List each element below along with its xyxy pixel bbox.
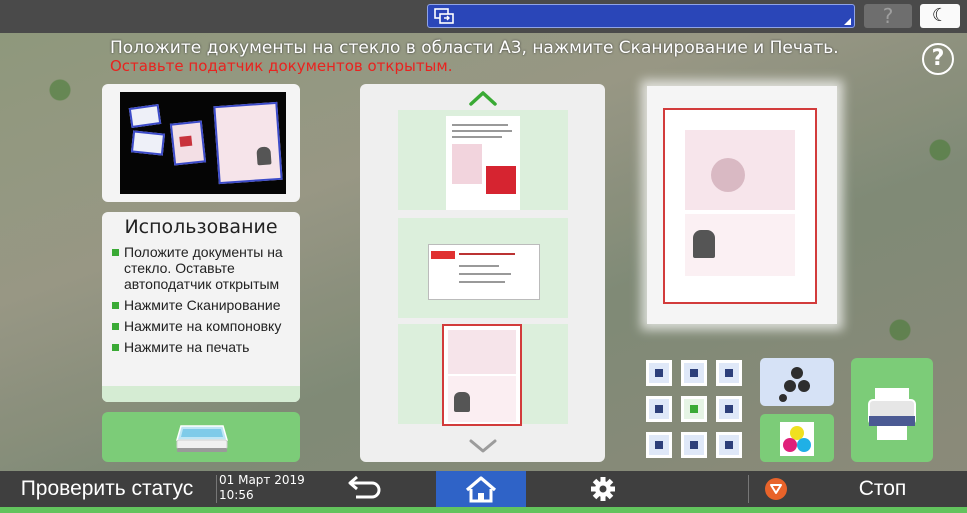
card-illustration — [169, 120, 207, 166]
usage-title: Использование — [124, 216, 278, 238]
back-arrow-icon — [348, 475, 381, 499]
layout-grid[interactable] — [646, 360, 746, 464]
question-circle-icon[interactable]: ? — [922, 43, 954, 75]
status-indicator-line — [0, 507, 967, 513]
instruction-text: Положите документы на стекло в области А… — [110, 38, 839, 58]
chevron-down-icon[interactable] — [468, 438, 498, 454]
layout-cell[interactable] — [681, 432, 707, 458]
color-mode-button[interactable] — [760, 414, 834, 462]
usage-strip — [102, 386, 300, 402]
screen-copy-icon — [434, 8, 454, 24]
usage-step: Нажмите на компоновку — [112, 318, 298, 334]
color-toner-icon — [780, 422, 814, 456]
time-text: 10:56 — [219, 488, 254, 502]
scan-button[interactable] — [102, 412, 300, 462]
layout-cell[interactable] — [646, 396, 672, 422]
mono-toner-icon — [779, 367, 810, 402]
layout-cell[interactable] — [646, 360, 672, 386]
back-button[interactable] — [330, 471, 396, 507]
settings-button[interactable] — [560, 471, 646, 507]
layout-cell[interactable] — [716, 432, 742, 458]
layout-cell-selected[interactable] — [681, 396, 707, 422]
mono-mode-button[interactable] — [760, 358, 834, 406]
scanned-page-thumbnail-selected[interactable] — [398, 324, 568, 426]
passport-illustration — [213, 101, 283, 185]
scan-illustration — [120, 92, 286, 194]
scanned-page-thumbnail[interactable] — [398, 218, 568, 318]
usage-step: Нажмите на печать — [112, 339, 298, 355]
card-illustration — [128, 104, 162, 128]
dropdown-corner-icon — [844, 18, 851, 25]
home-button[interactable] — [436, 471, 526, 507]
home-icon — [465, 476, 497, 503]
usage-step: Положите документы на стекло. Оставьте а… — [112, 244, 298, 292]
moon-icon[interactable]: ☾ — [920, 4, 960, 28]
gear-icon — [591, 477, 615, 501]
scan-preview-card — [102, 84, 300, 202]
usage-panel: Использование Положите документы на стек… — [102, 212, 300, 402]
scanner-icon — [176, 425, 228, 452]
warning-text: Оставьте податчик документов открытым. — [110, 57, 453, 75]
stop-icon — [765, 478, 787, 500]
help-button[interactable]: ? — [864, 4, 912, 28]
layout-cell[interactable] — [681, 360, 707, 386]
scanned-pages-panel[interactable] — [360, 84, 605, 462]
passport-bottom-image — [685, 214, 795, 276]
divider — [216, 475, 217, 503]
bottom-bar: Проверить статус 01 Март 2019 10:56 Стоп — [0, 471, 967, 507]
card-illustration — [130, 130, 166, 156]
date-text: 01 Март 2019 — [219, 473, 305, 487]
passport-thumbnail — [442, 324, 522, 426]
stop-button[interactable]: Стоп — [798, 471, 967, 507]
divider — [748, 475, 749, 503]
usage-step: Нажмите Сканирование — [112, 297, 298, 313]
top-bar: ? ☾ — [0, 0, 967, 33]
layout-cell[interactable] — [716, 396, 742, 422]
layout-cell[interactable] — [646, 432, 672, 458]
check-status-button[interactable]: Проверить статус — [0, 471, 214, 507]
top-input-field[interactable] — [427, 4, 855, 28]
page-preview — [647, 86, 837, 324]
date-time: 01 Март 2019 10:56 — [219, 473, 319, 503]
preview-page — [663, 108, 817, 304]
usage-list: Положите документы на стекло. Оставьте а… — [112, 244, 298, 360]
passport-top-image — [685, 130, 795, 210]
chevron-up-icon[interactable] — [468, 90, 498, 106]
layout-cell[interactable] — [716, 360, 742, 386]
document-thumbnail — [446, 116, 520, 210]
printer-icon — [868, 388, 916, 440]
business-card-thumbnail — [428, 244, 540, 300]
scanned-page-thumbnail[interactable] — [398, 110, 568, 210]
print-button[interactable] — [851, 358, 933, 462]
